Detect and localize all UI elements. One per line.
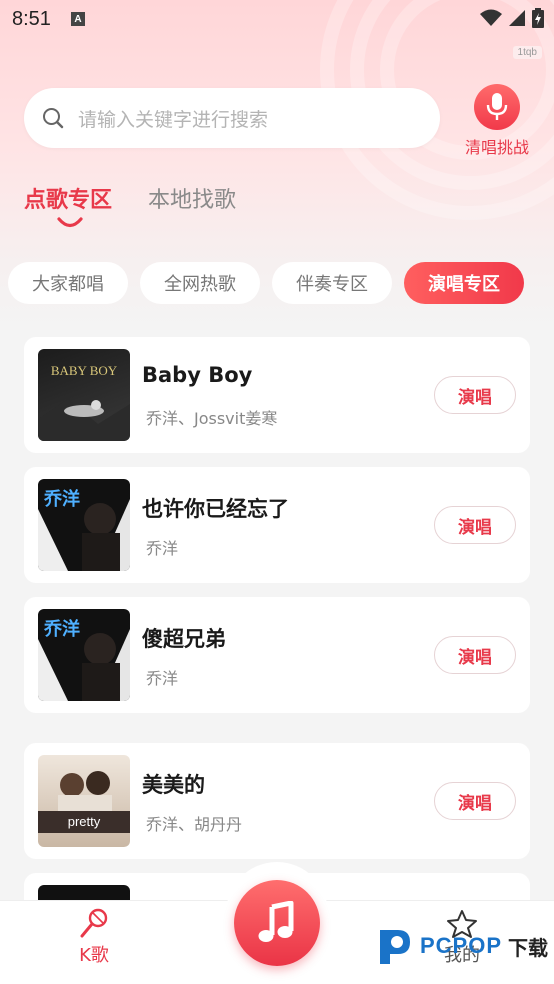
music-center-button[interactable] — [234, 880, 320, 966]
search-icon — [43, 108, 64, 129]
tab-local-songs-label: 本地找歌 — [148, 188, 237, 213]
cover-text: 乔洋 — [43, 618, 80, 640]
search-placeholder: 请输入关键字进行搜索 — [78, 108, 269, 131]
song-artist: 乔洋 — [146, 669, 179, 688]
song-title: 美美的 — [142, 773, 205, 797]
chip-performance[interactable]: 演唱专区 — [404, 262, 524, 304]
signal-icon — [509, 10, 525, 26]
watermark-suffix: 下载 — [508, 935, 549, 960]
song-title: Baby Boy — [142, 363, 253, 387]
song-title: 傻超兄弟 — [142, 627, 226, 651]
search-input[interactable]: 请输入关键字进行搜索 — [24, 88, 440, 148]
notification-icon: A — [70, 12, 85, 26]
song-list-item[interactable]: 乔洋 傻超兄弟 乔洋 演唱 — [24, 597, 530, 713]
wifi-icon — [480, 9, 502, 26]
sing-button[interactable]: 演唱 — [434, 376, 516, 414]
status-icons — [480, 8, 544, 28]
song-title: 也许你已经忘了 — [142, 497, 289, 521]
song-list-item[interactable]: pretty 美美的 乔洋、胡丹丹 演唱 — [24, 743, 530, 859]
sing-button[interactable]: 演唱 — [434, 636, 516, 674]
corner-badge: 1tqb — [512, 46, 542, 59]
chip-accompaniment[interactable]: 伴奏专区 — [272, 262, 392, 304]
sing-button[interactable]: 演唱 — [434, 782, 516, 820]
status-bar: 8:51 A — [0, 0, 554, 38]
cover-text: pretty — [68, 814, 101, 829]
song-artist: 乔洋、Jossvit姜寒 — [146, 409, 278, 428]
microphone-icon — [80, 908, 108, 938]
album-cover: 乔洋 — [38, 479, 130, 571]
active-tab-indicator — [57, 217, 83, 228]
music-note-icon — [258, 901, 294, 942]
nav-karaoke-label: K歌 — [79, 945, 109, 966]
chip-hot-songs[interactable]: 全网热歌 — [140, 262, 260, 304]
album-cover: pretty — [38, 755, 130, 847]
album-cover: BABY BOY — [38, 349, 130, 441]
pcpop-logo-icon — [380, 930, 410, 964]
cover-text: 乔洋 — [43, 488, 80, 510]
album-cover: 乔洋 — [38, 609, 130, 701]
song-artist: 乔洋、胡丹丹 — [146, 815, 243, 834]
battery-icon — [532, 8, 544, 28]
status-time: 8:51 — [12, 7, 51, 30]
watermark-brand: PCPOP — [420, 933, 503, 958]
tab-song-request[interactable]: 点歌专区 — [24, 182, 113, 228]
microphone-icon — [474, 84, 520, 130]
song-artist: 乔洋 — [146, 539, 179, 558]
a-cappella-challenge-button[interactable]: 清唱挑战 — [462, 84, 532, 158]
main-tabs: 点歌专区 本地找歌 — [24, 182, 236, 228]
sing-button[interactable]: 演唱 — [434, 506, 516, 544]
chip-everyone-sings[interactable]: 大家都唱 — [8, 262, 128, 304]
song-list-item[interactable]: 乔洋 也许你已经忘了 乔洋 演唱 — [24, 467, 530, 583]
tab-song-request-label: 点歌专区 — [24, 188, 113, 213]
tab-local-songs[interactable]: 本地找歌 — [148, 182, 236, 214]
a-cappella-label: 清唱挑战 — [464, 138, 529, 157]
song-list-item[interactable]: BABY BOY Baby Boy 乔洋、Jossvit姜寒 演唱 — [24, 337, 530, 453]
cover-text: BABY BOY — [51, 363, 118, 378]
nav-karaoke[interactable]: K歌 — [72, 907, 116, 967]
category-chips: 大家都唱 全网热歌 伴奏专区 演唱专区 — [8, 262, 524, 304]
watermark-logo: PCPOP 下载 — [376, 926, 548, 966]
